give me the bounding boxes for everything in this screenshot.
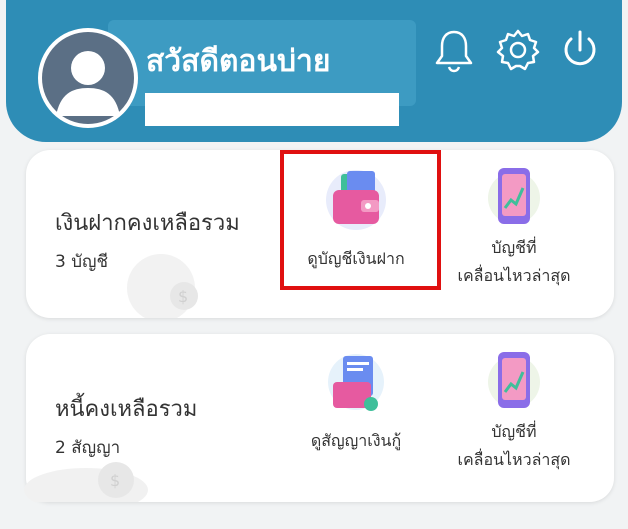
deposit-account-count: 3 บัญชี — [55, 252, 109, 272]
svg-text:$: $ — [178, 287, 188, 306]
recent-activity-label-line2: เคลื่อนไหวล่าสุด — [457, 266, 571, 285]
bell-icon[interactable] — [430, 26, 478, 74]
greeting-text: สวัสดีตอนบ่าย — [146, 44, 331, 79]
phone-transactions-icon — [488, 168, 540, 224]
user-silhouette-icon — [42, 32, 134, 124]
recent-activity-label-line2: เคลื่อนไหวล่าสุด — [457, 450, 571, 469]
recent-deposit-activity-button[interactable]: บัญชีที่ เคลื่อนไหวล่าสุด — [434, 164, 594, 290]
svg-text:$: $ — [110, 471, 120, 490]
settings-icon[interactable] — [494, 26, 542, 74]
phone-transactions-icon — [488, 352, 540, 408]
view-loan-contracts-button[interactable]: ดูสัญญาเงินกู้ — [276, 348, 436, 458]
highlight-frame — [280, 150, 441, 290]
view-loan-contracts-label: ดูสัญญาเงินกู้ — [310, 431, 402, 450]
user-name-field — [145, 93, 399, 126]
loan-total-label: หนี้คงเหลือรวม — [55, 397, 198, 422]
loan-contract-count: 2 สัญญา — [55, 438, 121, 458]
loan-contract-icon — [328, 354, 384, 411]
avatar[interactable] — [38, 28, 138, 128]
power-icon[interactable] — [556, 26, 604, 74]
recent-activity-label-line1: บัญชีที่ — [491, 238, 537, 257]
money-bag-icon: $ — [127, 254, 198, 318]
deposit-total-label: เงินฝากคงเหลือรวม — [55, 211, 240, 236]
recent-loan-activity-button[interactable]: บัญชีที่ เคลื่อนไหวล่าสุด — [434, 348, 594, 474]
loan-summary-card: $ หนี้คงเหลือรวม 2 สัญญา ดูสัญญาเงินกู้ … — [24, 334, 614, 502]
recent-activity-label-line1: บัญชีที่ — [491, 422, 537, 441]
